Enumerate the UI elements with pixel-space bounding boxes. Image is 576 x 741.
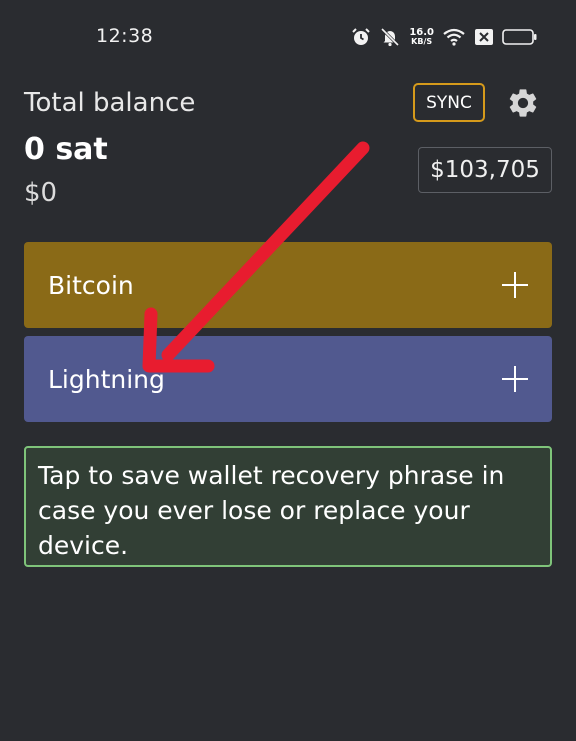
total-balance-label: Total balance <box>24 88 196 118</box>
sim-blocked-icon <box>475 29 493 45</box>
net-speed: 16.0 KB/S <box>409 27 434 47</box>
lightning-wallet-label: Lightning <box>48 364 165 394</box>
balance-fiat: $0 <box>24 178 58 208</box>
btc-price[interactable]: $103,705 <box>418 147 552 193</box>
wallet-screen: 12:38 16.0 KB/S Total balance 0 sat $0 S… <box>0 0 576 741</box>
add-bitcoin-plus-icon[interactable] <box>502 272 528 298</box>
gear-icon <box>509 89 537 117</box>
alarm-icon <box>352 28 371 45</box>
battery-icon <box>502 29 537 45</box>
settings-button[interactable] <box>504 84 542 122</box>
sync-button[interactable]: SYNC <box>413 83 485 122</box>
status-time: 12:38 <box>96 25 154 47</box>
backup-recovery-notice[interactable]: Tap to save wallet recovery phrase in ca… <box>24 446 552 567</box>
silent-mode-icon <box>381 27 400 47</box>
net-speed-value: 16.0 <box>409 27 434 38</box>
lightning-wallet-row[interactable]: Lightning <box>24 336 552 422</box>
status-bar: 12:38 16.0 KB/S <box>0 0 576 72</box>
bitcoin-wallet-row[interactable]: Bitcoin <box>24 242 552 328</box>
bitcoin-wallet-label: Bitcoin <box>48 270 134 300</box>
status-icons: 16.0 KB/S <box>351 24 538 50</box>
wifi-icon <box>443 28 465 46</box>
net-speed-unit: KB/S <box>411 37 433 46</box>
balance-sat: 0 sat <box>24 132 108 167</box>
add-lightning-plus-icon[interactable] <box>502 366 528 392</box>
